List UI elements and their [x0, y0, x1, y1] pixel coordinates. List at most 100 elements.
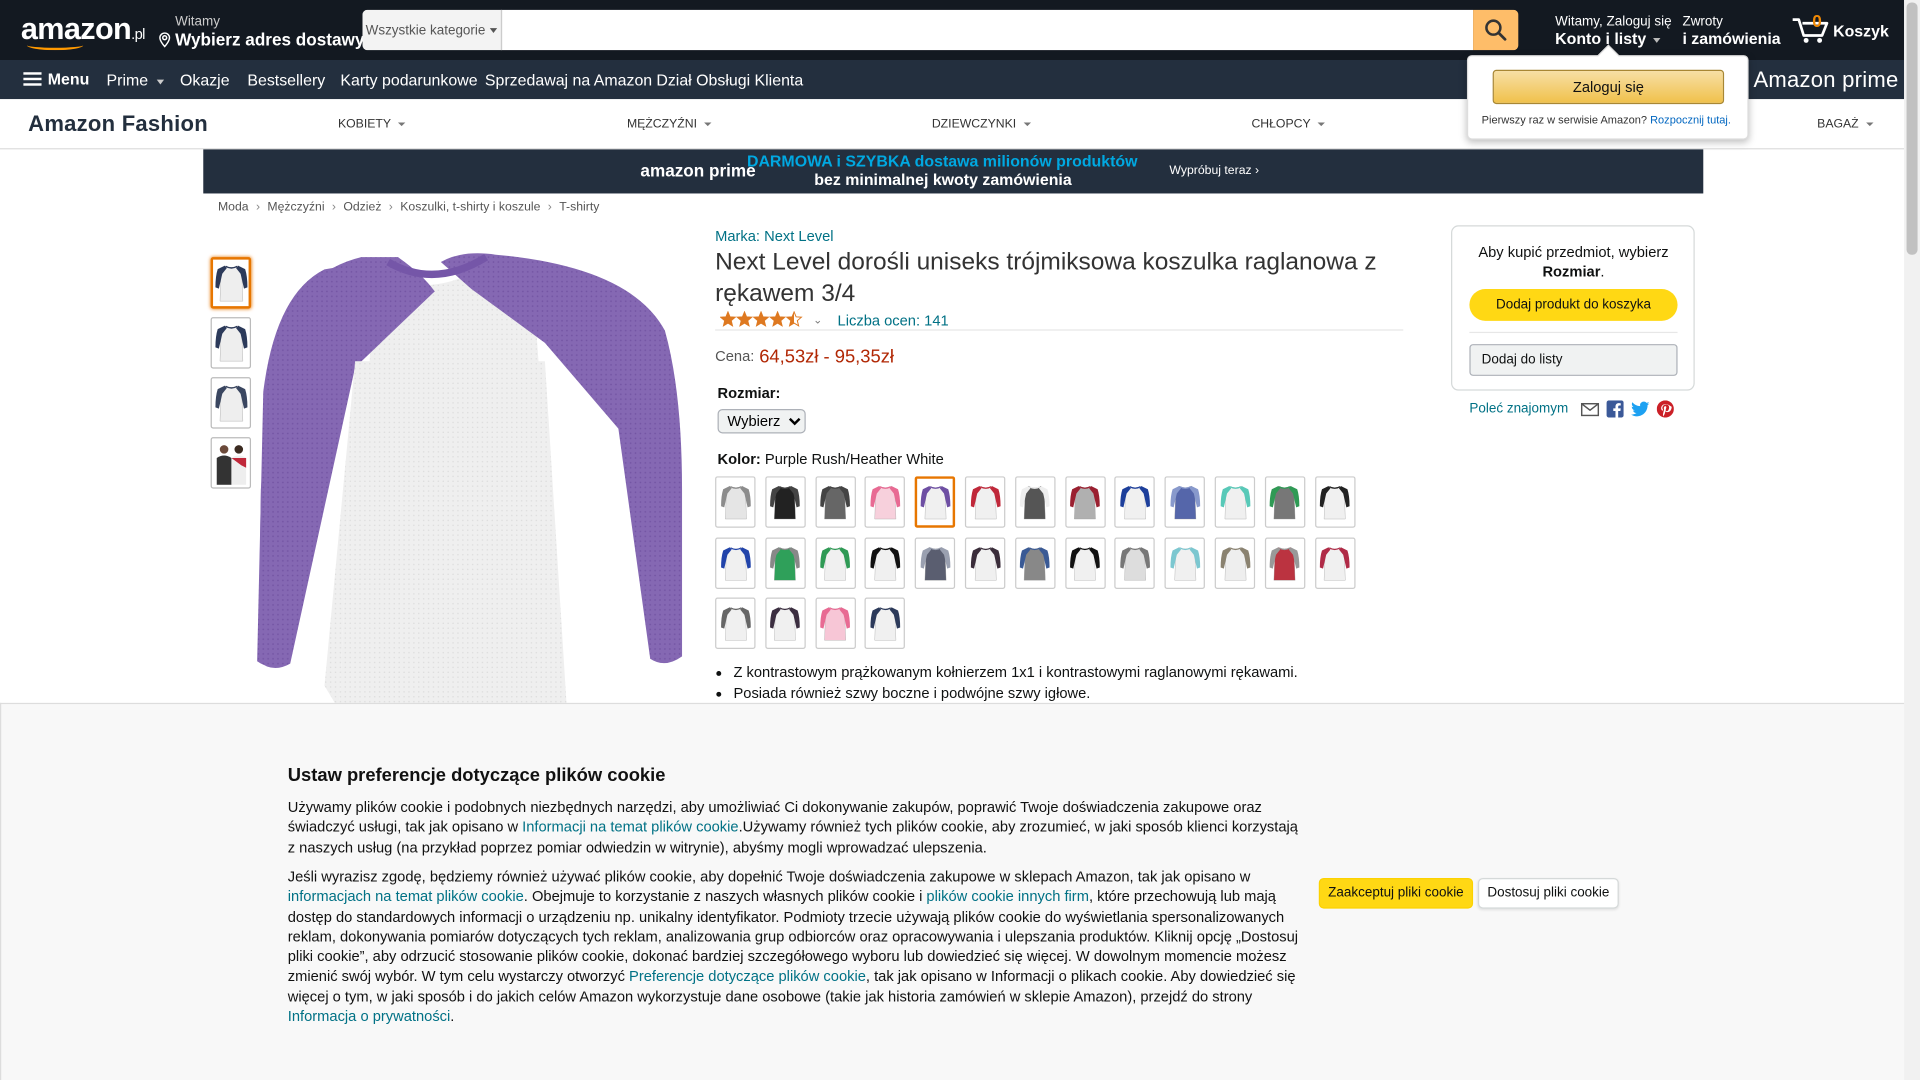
search-button[interactable] — [1473, 9, 1519, 51]
color-swatch[interactable] — [864, 536, 906, 589]
brand-link[interactable]: Marka: Next Level — [715, 228, 833, 245]
color-swatch[interactable] — [864, 476, 906, 528]
nav-item-sell[interactable]: Sprzedawaj na Amazon — [485, 71, 652, 89]
delivery-address[interactable]: Witamy Wybierz adres dostawy — [158, 15, 364, 49]
nav-item-bestsellers[interactable]: Bestsellery — [247, 71, 325, 89]
color-swatch[interactable] — [914, 536, 956, 589]
color-swatch[interactable] — [815, 536, 856, 589]
chevron-right-icon: › — [255, 200, 261, 215]
color-swatch[interactable] — [1314, 476, 1356, 528]
breadcrumb-item[interactable]: Mężczyźni — [267, 201, 324, 214]
product-thumbnail[interactable] — [210, 377, 252, 429]
prime-logo[interactable]: Amazon prime — [1753, 67, 1898, 93]
subnav-luggage[interactable]: BAGAŻ — [1817, 118, 1874, 131]
cart-label: Koszyk — [1833, 22, 1889, 41]
product-main-image[interactable] — [251, 245, 692, 711]
color-swatch[interactable] — [715, 476, 756, 528]
amazon-fashion-logo[interactable]: Amazon Fashion — [28, 111, 208, 137]
color-swatch[interactable] — [1214, 536, 1256, 589]
scrollbar-thumb[interactable] — [1906, 2, 1918, 255]
color-value: Purple Rush/Heather White — [764, 450, 944, 468]
chevron-down-icon — [490, 27, 498, 33]
color-swatch[interactable] — [715, 536, 756, 589]
star-icon — [735, 311, 754, 327]
color-swatch[interactable] — [715, 597, 756, 649]
accept-cookies-button[interactable]: Zaakceptuj pliki cookie — [1318, 877, 1474, 909]
menu-button[interactable]: Menu — [23, 70, 89, 88]
color-swatch[interactable] — [1014, 536, 1056, 589]
location-pin-icon — [159, 31, 171, 47]
new-customer-text: Pierwszy raz w serwisie Amazon? Rozpoczn… — [1481, 113, 1731, 127]
cookie-info-link[interactable]: Informacji na temat plików cookie — [522, 818, 738, 835]
signin-flyout: Zaloguj się Pierwszy raz w serwisie Amaz… — [1466, 55, 1749, 140]
third-party-cookies-link[interactable]: plików cookie innych firm — [926, 888, 1089, 905]
customize-cookies-button[interactable]: Dostosuj pliki cookie — [1477, 877, 1619, 909]
search-category-dropdown[interactable]: Wszystkie kategorie — [362, 9, 503, 51]
color-swatch[interactable] — [1164, 476, 1206, 528]
share-label[interactable]: Poleć znajomym — [1469, 402, 1568, 417]
add-to-cart-button[interactable]: Dodaj produkt do koszyka — [1469, 288, 1678, 321]
color-swatch[interactable] — [815, 597, 856, 649]
color-swatch[interactable] — [964, 476, 1006, 528]
pinterest-icon[interactable] — [1656, 400, 1674, 418]
nav-item-gift-cards[interactable]: Karty podarunkowe — [340, 71, 477, 89]
subnav-men[interactable]: MĘŻCZYŹNI — [627, 118, 712, 131]
cart-button[interactable]: 0 Koszyk — [1791, 11, 1889, 45]
color-swatch[interactable] — [1164, 536, 1206, 589]
returns-orders[interactable]: Zwroty i zamówienia — [1682, 15, 1780, 48]
raglan-shirt-image — [257, 253, 683, 711]
color-swatch[interactable] — [765, 476, 806, 528]
subnav-boys[interactable]: CHŁOPCY — [1251, 118, 1326, 131]
twitter-icon[interactable] — [1630, 401, 1650, 417]
color-swatch[interactable] — [1064, 536, 1106, 589]
color-swatch[interactable] — [964, 536, 1006, 589]
color-swatch[interactable] — [1014, 476, 1056, 528]
feature-bullets: Z kontrastowym prążkowanym kołnierzem 1x… — [733, 662, 1297, 702]
color-swatch[interactable] — [1214, 476, 1256, 528]
star-icon — [785, 311, 803, 327]
color-swatch[interactable] — [864, 597, 906, 649]
signin-button[interactable]: Zaloguj się — [1492, 69, 1725, 105]
product-thumbnail[interactable] — [210, 437, 252, 489]
color-swatch[interactable] — [914, 476, 956, 528]
add-to-list-button[interactable]: Dodaj do listy — [1469, 344, 1678, 376]
search-input[interactable] — [502, 9, 1474, 51]
color-swatch[interactable] — [1114, 476, 1156, 528]
divider — [715, 329, 1404, 331]
nav-item-customer-service[interactable]: Dział Obsługi Klienta — [656, 71, 803, 89]
breadcrumb-item[interactable]: Moda — [218, 201, 249, 214]
email-icon[interactable] — [1580, 402, 1599, 416]
product-thumbnail[interactable] — [210, 317, 252, 369]
cookie-consent-banner: Ustaw preferencje dotyczące plików cooki… — [0, 702, 1905, 1080]
color-swatch[interactable] — [815, 476, 856, 528]
color-swatch[interactable] — [1264, 536, 1306, 589]
ratings-count-link[interactable]: Liczba ocen: 141 — [838, 312, 949, 329]
color-swatch[interactable] — [765, 597, 806, 649]
breadcrumb-item[interactable]: T-shirty — [559, 201, 599, 214]
subnav-girls[interactable]: DZIEWCZYNKI — [932, 118, 1031, 131]
breadcrumb-item[interactable]: Odzież — [343, 201, 381, 214]
share-row: Poleć znajomym — [1469, 400, 1674, 418]
product-thumbnail[interactable] — [210, 257, 252, 309]
color-swatch[interactable] — [1314, 536, 1356, 589]
subnav-women[interactable]: KOBIETY — [338, 118, 406, 131]
breadcrumb-item[interactable]: Koszulki, t-shirty i koszule — [400, 201, 540, 214]
privacy-notice-link[interactable]: Informacja o prywatności — [288, 1008, 451, 1025]
search-bar: Wszystkie kategorie — [362, 9, 1519, 51]
cookie-preferences-link[interactable]: Preferencje dotyczące plików cookie — [629, 968, 866, 985]
page-scrollbar[interactable] — [1904, 0, 1920, 1080]
nav-item-deals[interactable]: Okazje — [180, 71, 230, 89]
color-swatch[interactable] — [765, 536, 806, 589]
nav-item-prime[interactable]: Prime — [107, 71, 164, 89]
facebook-icon[interactable] — [1606, 400, 1624, 418]
color-swatch[interactable] — [1064, 476, 1106, 528]
start-here-link[interactable]: Rozpocznij tutaj. — [1650, 114, 1731, 126]
cookie-info-link-2[interactable]: informacjach na temat plików cookie — [288, 888, 524, 905]
star-rating[interactable]: ⌄ — [720, 311, 822, 328]
banner-cta[interactable]: Wypróbuj teraz › — [1169, 164, 1259, 177]
account-menu[interactable]: Witamy, Zaloguj się Konto i listy — [1555, 15, 1672, 48]
prime-banner[interactable]: amazon prime DARMOWA i SZYBKA dostawa mi… — [203, 149, 1704, 194]
color-swatch[interactable] — [1114, 536, 1156, 589]
size-dropdown[interactable]: Wybierz — [717, 408, 806, 434]
color-swatch[interactable] — [1264, 476, 1306, 528]
